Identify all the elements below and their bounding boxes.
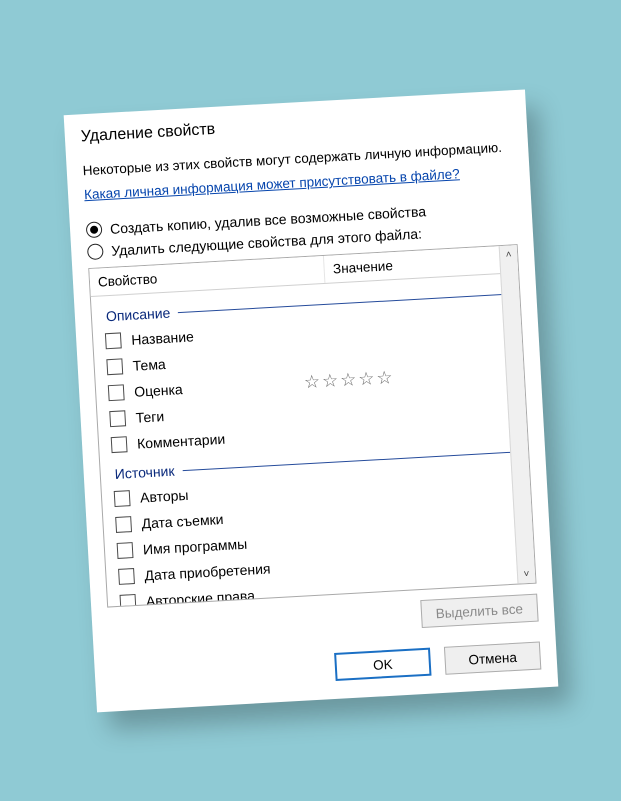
property-value: [301, 318, 515, 330]
property-name: Название: [130, 322, 301, 347]
checkbox[interactable]: [104, 332, 121, 349]
checkbox[interactable]: [119, 594, 136, 607]
checkbox[interactable]: [118, 568, 135, 585]
property-value: [314, 554, 528, 566]
checkbox[interactable]: [106, 358, 123, 375]
select-all-button[interactable]: Выделить все: [419, 593, 538, 628]
group-label: Описание: [105, 304, 170, 324]
ok-button[interactable]: OK: [334, 647, 431, 680]
list-body: ОписаниеНазваниеТемаОценка☆☆☆☆☆ТегиКомме…: [90, 273, 535, 606]
property-name: Оценка: [133, 374, 304, 399]
group-label: Источник: [114, 462, 175, 481]
property-value: [311, 502, 525, 514]
radio-icon: [86, 243, 103, 260]
property-value: [305, 396, 519, 408]
radio-icon: [85, 221, 102, 238]
checkbox[interactable]: [116, 542, 133, 559]
cancel-button[interactable]: Отмена: [443, 641, 540, 674]
property-value: [302, 344, 516, 356]
checkbox[interactable]: [109, 410, 126, 427]
property-name: Дата приобретения: [144, 558, 315, 583]
checkbox[interactable]: [110, 436, 127, 453]
checkbox[interactable]: [115, 516, 132, 533]
property-name: Тема: [132, 348, 303, 373]
properties-list: Свойство Значение ОписаниеНазваниеТемаОц…: [88, 244, 536, 607]
property-value: [306, 422, 520, 434]
property-name: Дата съемки: [141, 506, 312, 531]
checkbox[interactable]: [107, 384, 124, 401]
remove-properties-dialog: Удаление свойств Некоторые из этих свойс…: [63, 89, 558, 712]
checkbox[interactable]: [113, 490, 130, 507]
property-value: [309, 476, 523, 488]
property-name: Имя программы: [142, 532, 313, 557]
dialog-title: Удаление свойств: [80, 104, 510, 146]
property-name: Авторские права: [145, 584, 316, 607]
scroll-up-icon[interactable]: ˄: [499, 245, 517, 264]
property-name: Теги: [135, 400, 306, 425]
property-value: [315, 580, 529, 592]
property-name: Комментарии: [136, 426, 307, 451]
scroll-down-icon[interactable]: ˅: [517, 564, 535, 583]
property-value: [312, 528, 526, 540]
property-name: Авторы: [139, 480, 310, 505]
